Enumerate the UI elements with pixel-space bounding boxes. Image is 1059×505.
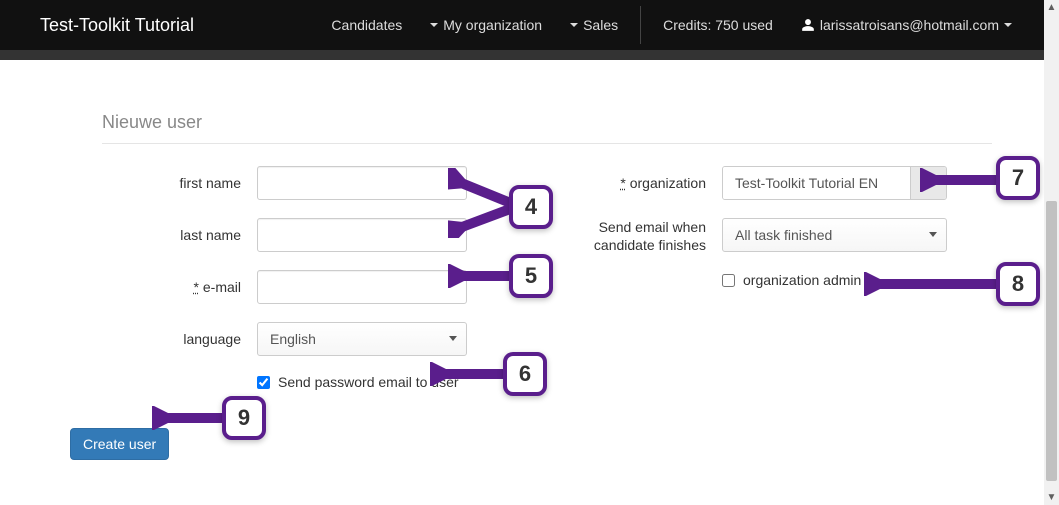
form-col-left: first name last name * e-mail language E… — [102, 166, 557, 408]
row-first-name: first name — [102, 166, 527, 200]
page-title: Nieuwe user — [62, 60, 1032, 143]
organization-dropdown-button[interactable] — [910, 167, 946, 199]
nav-credits[interactable]: Credits: 750 used — [649, 0, 787, 50]
annotation-box-5: 5 — [509, 254, 553, 298]
email-input[interactable] — [257, 270, 467, 304]
form-col-right: * organization Test-Toolkit Tutorial EN … — [557, 166, 992, 408]
caret-down-icon — [449, 336, 457, 341]
label-email-text: e-mail — [203, 279, 241, 295]
finish-email-select[interactable]: All task finished — [722, 218, 947, 252]
brand: Test-Toolkit Tutorial — [40, 15, 194, 36]
annotation-box-7: 7 — [996, 156, 1040, 200]
required-asterisk: * — [194, 279, 199, 295]
last-name-input[interactable] — [257, 218, 467, 252]
scrollbar-up-icon[interactable]: ▲ — [1044, 0, 1059, 15]
label-first-name: first name — [102, 175, 257, 191]
nav-candidates[interactable]: Candidates — [317, 0, 416, 50]
row-email: * e-mail — [102, 270, 527, 304]
org-admin-label: organization admin — [743, 272, 861, 288]
annotation-box-9: 9 — [222, 396, 266, 440]
row-language: language English — [102, 322, 527, 356]
nav-myorg-label: My organization — [443, 17, 542, 33]
caret-down-icon — [1004, 23, 1012, 27]
language-select[interactable]: English — [257, 322, 467, 356]
navbar-substrip — [0, 50, 1044, 60]
row-organization: * organization Test-Toolkit Tutorial EN — [567, 166, 992, 200]
nav-candidates-label: Candidates — [331, 17, 402, 33]
annotation-box-8: 8 — [996, 262, 1040, 306]
label-language: language — [102, 331, 257, 347]
nav-sales[interactable]: Sales — [556, 0, 632, 50]
title-rule — [102, 143, 992, 144]
scrollbar-down-icon[interactable]: ▼ — [1044, 490, 1059, 505]
finish-email-value: All task finished — [722, 218, 947, 252]
label-last-name: last name — [102, 227, 257, 243]
nav-group-main: Candidates My organization Sales — [317, 0, 632, 50]
row-last-name: last name — [102, 218, 527, 252]
required-asterisk: * — [620, 175, 625, 191]
caret-down-icon — [430, 23, 438, 27]
send-password-label: Send password email to user — [278, 374, 459, 390]
nav-user-email: larissatroisans@hotmail.com — [820, 17, 999, 33]
nav-sales-label: Sales — [583, 17, 618, 33]
organization-value: Test-Toolkit Tutorial EN — [723, 167, 910, 199]
org-admin-checkbox[interactable] — [722, 274, 735, 287]
user-icon — [801, 18, 815, 32]
label-finish-email: Send email when candidate finishes — [567, 218, 722, 254]
row-finish-email: Send email when candidate finishes All t… — [567, 218, 992, 254]
language-select-value: English — [257, 322, 467, 356]
scrollbar-track[interactable] — [1044, 15, 1059, 490]
label-organization-text: organization — [630, 175, 706, 191]
chevron-down-icon — [923, 177, 935, 189]
annotation-box-6: 6 — [503, 352, 547, 396]
nav-credits-label: Credits: 750 used — [663, 17, 773, 33]
navbar: Test-Toolkit Tutorial Candidates My orga… — [0, 0, 1044, 50]
scrollbar-thumb[interactable] — [1046, 201, 1057, 481]
caret-down-icon — [929, 232, 937, 237]
nav-group-right: Credits: 750 used larissatroisans@hotmai… — [649, 0, 1026, 50]
first-name-input[interactable] — [257, 166, 467, 200]
row-org-admin: organization admin — [567, 272, 992, 288]
label-organization: * organization — [567, 175, 722, 191]
vertical-scrollbar[interactable]: ▲ ▼ — [1044, 0, 1059, 505]
create-user-button[interactable]: Create user — [70, 428, 169, 460]
send-password-checkbox[interactable] — [257, 376, 270, 389]
caret-down-icon — [570, 23, 578, 27]
row-send-password: Send password email to user — [102, 374, 527, 390]
annotation-box-4: 4 — [509, 185, 553, 229]
nav-my-organization[interactable]: My organization — [416, 0, 556, 50]
nav-separator — [640, 6, 641, 44]
nav-user[interactable]: larissatroisans@hotmail.com — [787, 0, 1026, 50]
label-email: * e-mail — [102, 279, 257, 295]
organization-combo[interactable]: Test-Toolkit Tutorial EN — [722, 166, 947, 200]
